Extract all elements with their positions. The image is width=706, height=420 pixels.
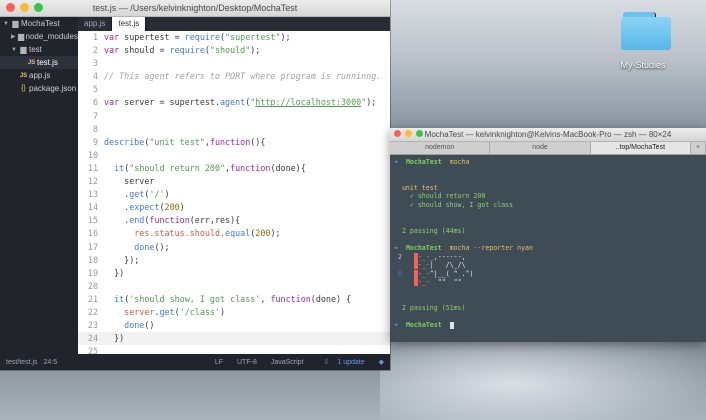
- tree-item-test-js[interactable]: JS test.js: [0, 56, 78, 69]
- tree-item-root[interactable]: ▼ ▆ MochaTest: [0, 17, 78, 30]
- zoom-button[interactable]: [34, 3, 43, 12]
- command: mocha: [449, 158, 470, 166]
- status-update[interactable]: ⇩ 1 update: [318, 358, 365, 366]
- window-title: test.js — /Users/kelvinknighton/Desktop/…: [92, 3, 298, 13]
- test-pass: ✓ should return 200: [409, 192, 486, 201]
- status-grammar[interactable]: JavaScript: [271, 359, 304, 366]
- chevron-down-icon: ▼: [3, 20, 9, 27]
- tree-item-label: package.json: [29, 84, 77, 93]
- folder-icon: ▆: [17, 32, 25, 41]
- zoom-button[interactable]: [416, 130, 423, 137]
- terminal-tab-nodemon[interactable]: nodemon: [390, 142, 491, 154]
- editor-window: test.js — /Users/kelvinknighton/Desktop/…: [0, 0, 390, 370]
- editor-tabs: app.js test.js: [78, 17, 390, 31]
- terminal-title: MochaTest — kelvinknighton@Kelvins-MacBo…: [424, 130, 672, 139]
- terminal-titlebar[interactable]: MochaTest — kelvinknighton@Kelvins-MacBo…: [390, 128, 706, 142]
- gift-icon: ⇩: [323, 359, 330, 366]
- tree-item-package-json[interactable]: {} package.json: [0, 82, 78, 95]
- test-pass: ✓ should show, I got class: [409, 200, 514, 209]
- tree-item-label: test.js: [37, 58, 58, 67]
- passing-summary: 2 passing (44ms): [401, 226, 466, 235]
- new-tab-button[interactable]: +: [691, 142, 706, 154]
- tree-item-label: test: [29, 45, 42, 54]
- desktop-folder-label: My-Studies: [620, 60, 666, 70]
- update-label: 1 update: [337, 359, 365, 366]
- close-button[interactable]: [394, 130, 401, 137]
- prompt-icon: ➜: [394, 158, 398, 166]
- status-cursor-position[interactable]: 24:5: [44, 359, 58, 366]
- folder-icon: [621, 12, 671, 50]
- chevron-down-icon: ▼: [11, 46, 17, 53]
- terminal-tab-node[interactable]: node: [490, 142, 591, 154]
- status-file-path[interactable]: test/test.js: [6, 359, 38, 366]
- status-encoding[interactable]: UTF-8: [237, 359, 257, 366]
- prompt-dir: MochaTest: [405, 158, 442, 166]
- tree-item-node-modules[interactable]: ▶ ▆ node_modules: [0, 30, 78, 43]
- folder-icon: ▆: [20, 45, 27, 54]
- desktop-folder[interactable]: My-Studies: [618, 12, 674, 74]
- terminal-cursor: [449, 321, 454, 329]
- tree-item-label: node_modules: [25, 32, 78, 41]
- prompt-dir: MochaTest: [405, 321, 442, 330]
- tree-item-test-folder[interactable]: ▼ ▆ test: [0, 43, 78, 56]
- terminal-window: MochaTest — kelvinknighton@Kelvins-MacBo…: [390, 128, 706, 342]
- terminal-tab-mochatest[interactable]: ..top/MochaTest: [590, 142, 691, 154]
- tree-item-app-js[interactable]: JS app.js: [0, 69, 78, 82]
- status-line-ending[interactable]: LF: [215, 359, 223, 366]
- prompt-icon: ➜: [394, 321, 398, 330]
- terminal-tabs: nodemon node ..top/MochaTest +: [390, 142, 706, 155]
- suite-name: unit test: [401, 183, 438, 192]
- json-file-icon: {}: [21, 85, 26, 92]
- tree-view: ▼ ▆ MochaTest ▶ ▆ node_modules ▼ ▆ test …: [0, 17, 78, 354]
- passing-summary: 2 passing (51ms): [401, 304, 466, 313]
- tab-app-js[interactable]: app.js: [78, 17, 113, 31]
- status-bar: test/test.js 24:5 LF UTF-8 JavaScript ⇩ …: [0, 354, 390, 370]
- folder-icon: ▆: [12, 19, 19, 28]
- nyan-cat-art: 2 _-_-_,------,: [397, 252, 466, 261]
- js-file-icon: JS: [19, 72, 28, 79]
- prompt-icon: ➜: [394, 243, 398, 252]
- tree-item-label: app.js: [29, 71, 51, 80]
- command: mocha --reporter nyan: [449, 243, 533, 252]
- twitter-icon[interactable]: ◆: [379, 358, 384, 366]
- terminal-output[interactable]: ➜ MochaTest mocha unit test ✓ should ret…: [390, 155, 706, 333]
- tree-item-label: MochaTest: [21, 19, 60, 28]
- tab-test-js[interactable]: test.js: [112, 17, 147, 31]
- close-button[interactable]: [6, 3, 15, 12]
- js-file-icon: JS: [27, 59, 36, 66]
- minimize-button[interactable]: [20, 3, 29, 12]
- code-editor[interactable]: 1 var supertest = require("supertest"); 2…: [78, 31, 390, 354]
- minimize-button[interactable]: [405, 130, 412, 137]
- editor-titlebar[interactable]: test.js — /Users/kelvinknighton/Desktop/…: [0, 0, 390, 17]
- prompt-dir: MochaTest: [405, 243, 442, 252]
